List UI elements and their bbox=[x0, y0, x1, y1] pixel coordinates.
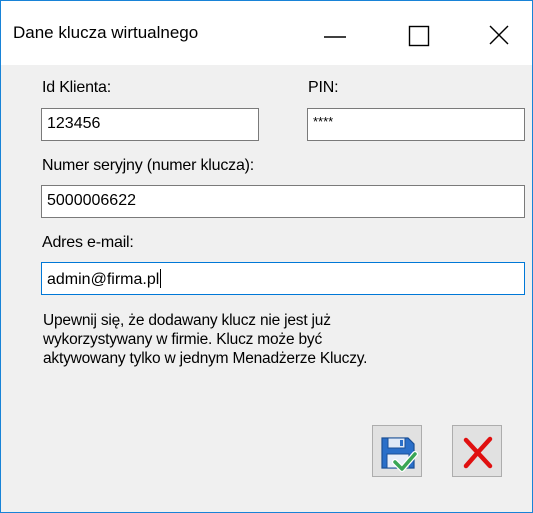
email-value: admin@firma.pl bbox=[47, 271, 160, 288]
info-line: Upewnij się, że dodawany klucz nie jest … bbox=[43, 312, 331, 329]
close-icon bbox=[489, 25, 509, 45]
minimize-button[interactable] bbox=[302, 1, 366, 65]
cancel-x-icon bbox=[463, 436, 493, 469]
serial-number-input[interactable]: 5000006622 bbox=[41, 185, 525, 218]
window-title: Dane klucza wirtualnego bbox=[13, 23, 199, 42]
maximize-icon bbox=[408, 25, 430, 47]
text-caret bbox=[160, 269, 162, 288]
pin-input[interactable]: **** bbox=[307, 108, 525, 141]
title-bar[interactable]: Dane klucza wirtualnego bbox=[1, 1, 532, 65]
save-button[interactable] bbox=[372, 425, 422, 477]
cancel-button[interactable] bbox=[452, 425, 502, 477]
info-text: Upewnij się, że dodawany klucz nie jest … bbox=[43, 311, 383, 368]
close-button[interactable] bbox=[465, 1, 529, 65]
info-line: aktywowany tylko w jednym Menadżerze Klu… bbox=[43, 350, 368, 367]
client-id-input[interactable]: 123456 bbox=[41, 108, 259, 141]
serial-number-label: Numer seryjny (numer klucza): bbox=[42, 157, 255, 174]
minimize-icon bbox=[324, 36, 346, 38]
info-line: wykorzystywany w firmie. Klucz może być bbox=[43, 331, 323, 348]
maximize-button[interactable] bbox=[387, 1, 451, 65]
client-id-label: Id Klienta: bbox=[42, 79, 111, 96]
dialog-window: Dane klucza wirtualnego Id Klienta: 1234… bbox=[0, 0, 533, 513]
pin-label: PIN: bbox=[308, 79, 339, 96]
email-input[interactable]: admin@firma.pl bbox=[41, 262, 525, 295]
save-check-icon bbox=[381, 437, 418, 472]
email-label: Adres e-mail: bbox=[42, 234, 134, 251]
